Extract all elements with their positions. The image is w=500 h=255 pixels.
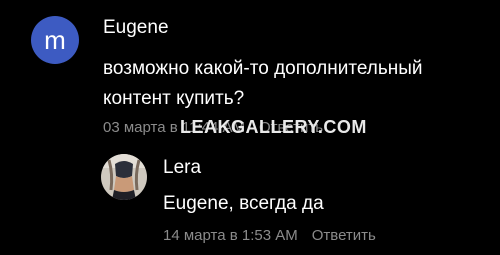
comment-lera: Lera Eugene, всегда да 14 марта в 1:53 A…: [0, 145, 500, 255]
comment-author[interactable]: Lera: [163, 157, 201, 179]
comment-text: Eugene, всегда да: [163, 193, 324, 214]
avatar[interactable]: m: [31, 16, 79, 64]
watermark: LEAKGALLERY.COM: [180, 117, 367, 137]
reply-button[interactable]: Ответить: [312, 227, 376, 244]
comment-meta: 14 марта в 1:53 AM Ответить: [163, 227, 376, 244]
comment-date[interactable]: 14 марта в 1:53 AM: [163, 227, 298, 244]
comment-author[interactable]: Eugene: [103, 17, 169, 39]
comment-text-line-1: возможно какой-то дополнительный: [103, 58, 423, 79]
avatar-photo-image: [101, 154, 147, 200]
avatar[interactable]: [101, 154, 147, 200]
comment-text-line-2: контент купить?: [103, 88, 245, 109]
